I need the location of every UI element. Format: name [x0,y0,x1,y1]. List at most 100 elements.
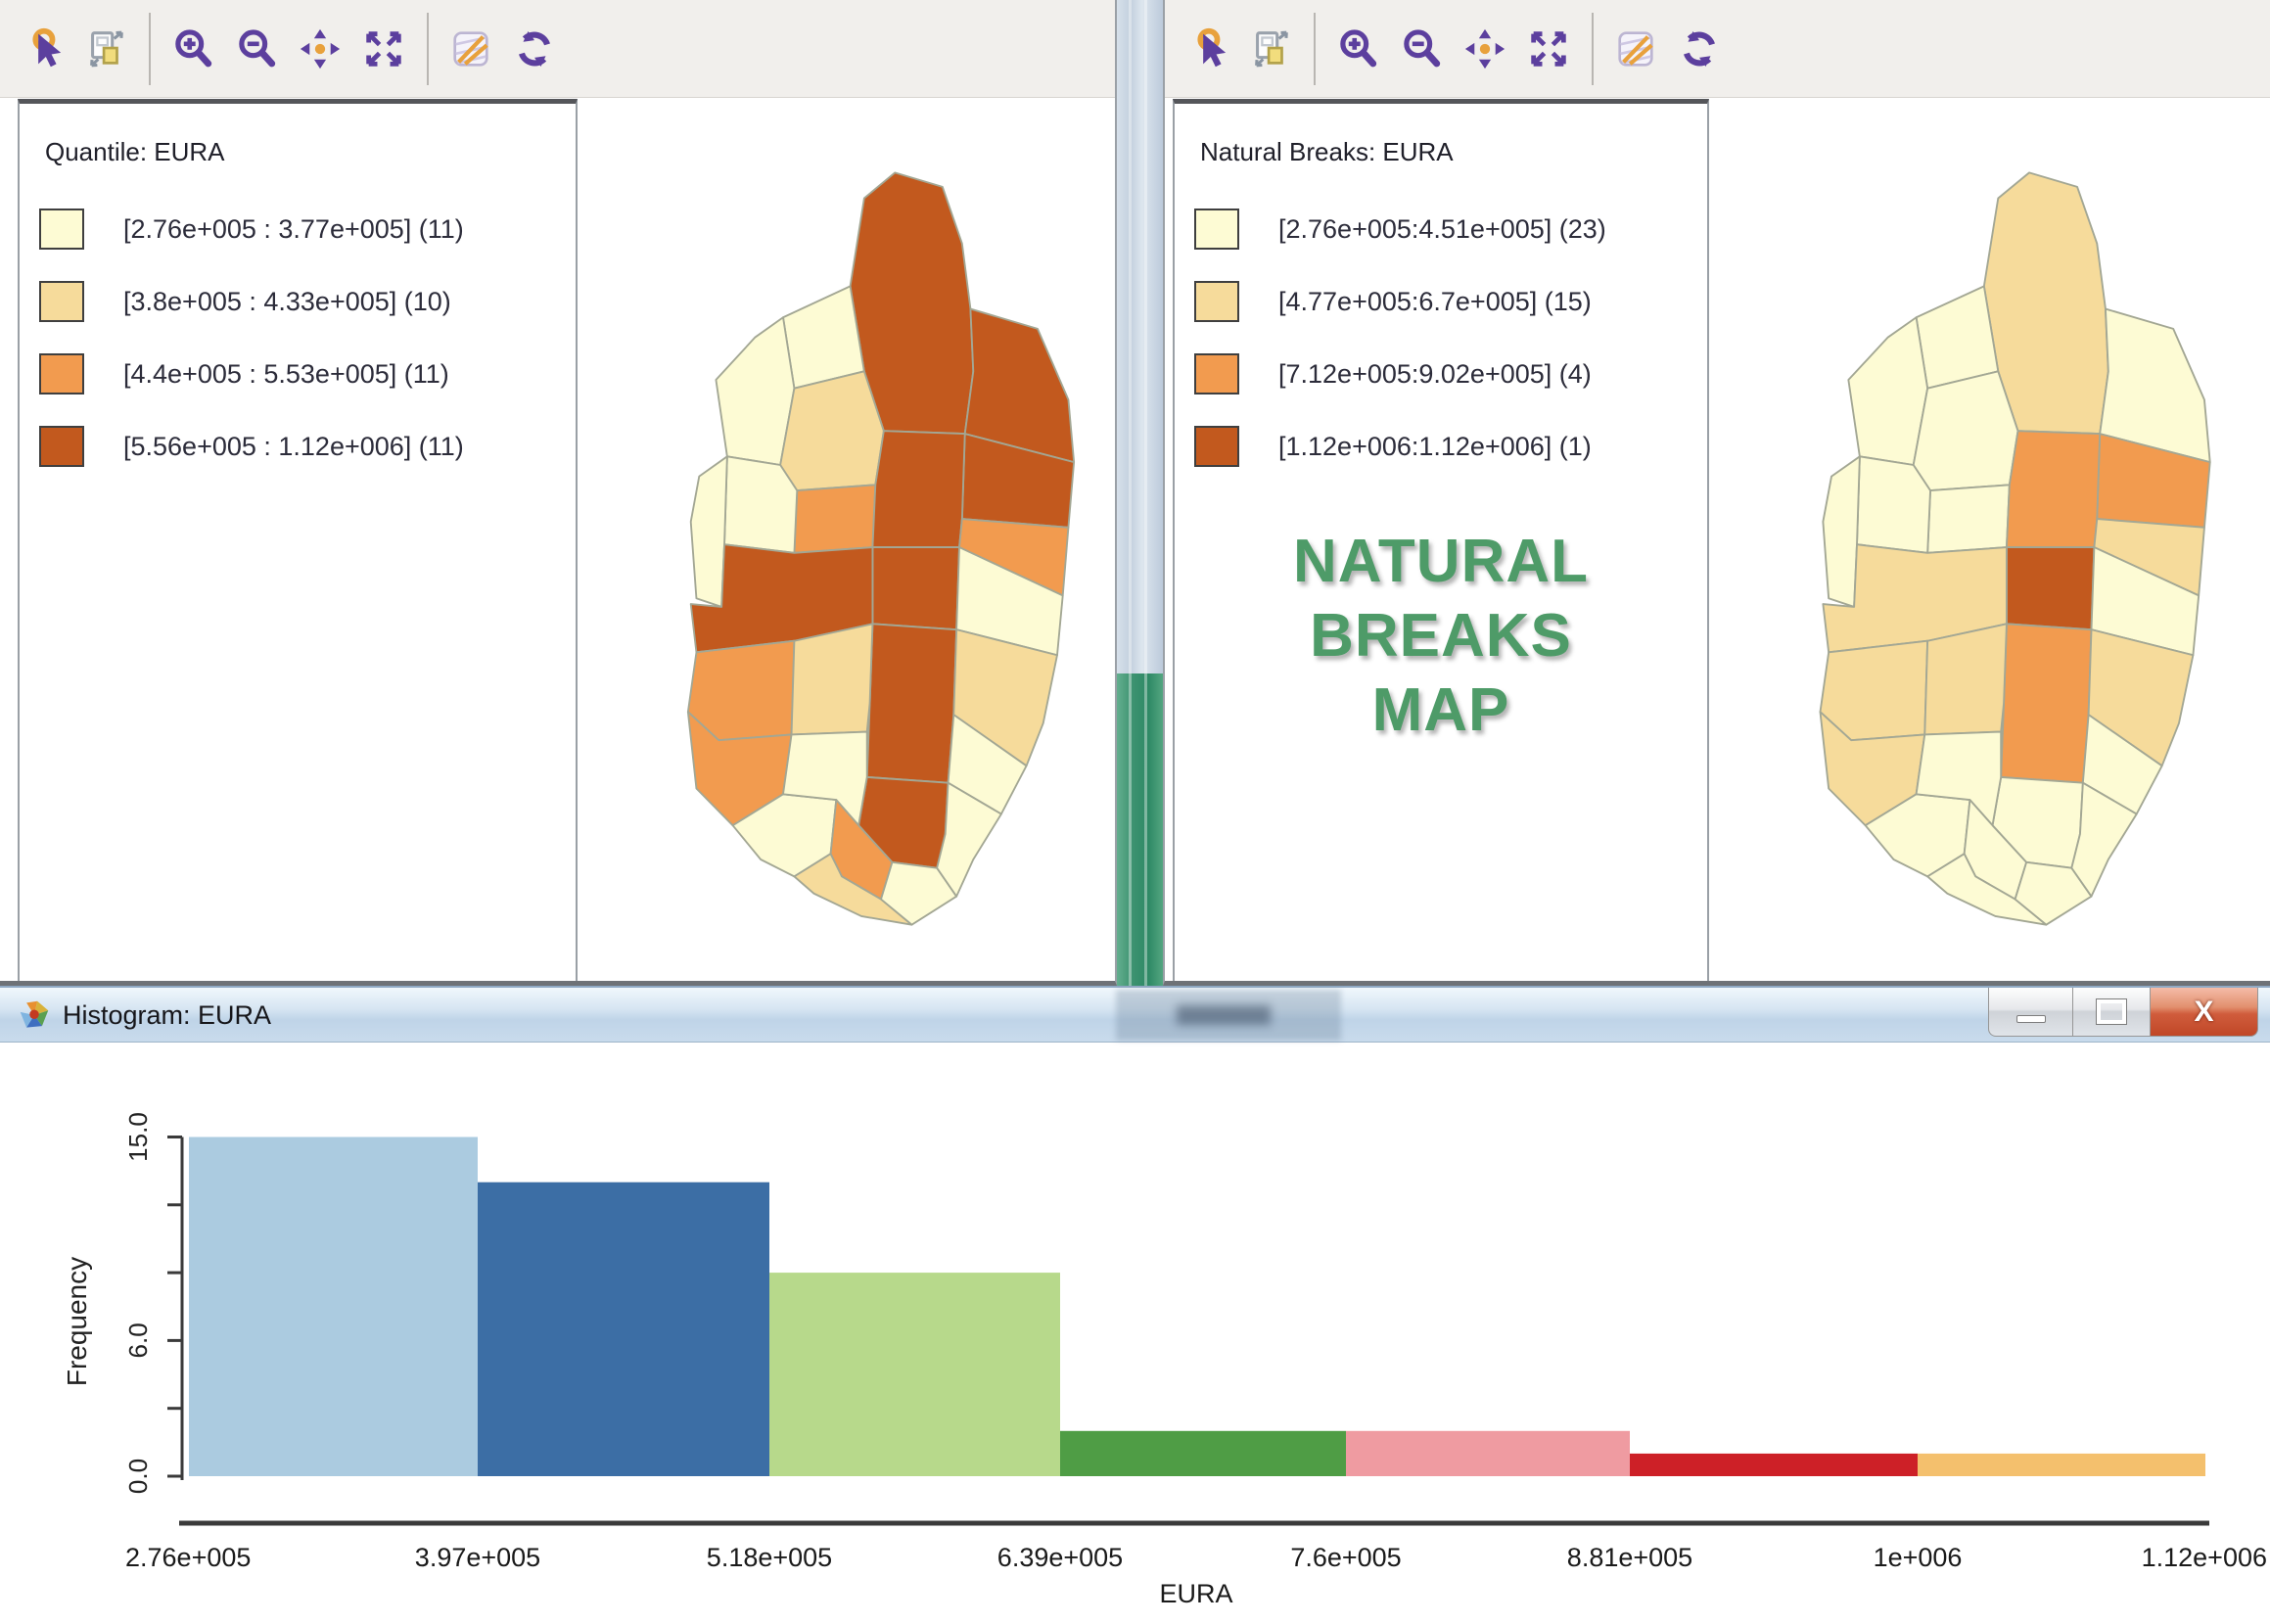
toolbar-separator [1592,13,1594,85]
close-icon: X [2194,996,2213,1029]
legend-rows: [2.76e+005:4.51e+005] (23) [4.77e+005:6.7… [1194,193,1707,483]
legend-color-swatch [1194,353,1239,394]
window-edge-line [1129,0,1132,986]
map-region-polygon[interactable] [1924,624,2007,734]
legend-category-row[interactable]: [2.76e+005:4.51e+005] (23) [1194,193,1707,265]
select-button[interactable] [14,15,70,83]
quantile-map-canvas[interactable] [585,99,1115,981]
toolbar-separator [149,13,151,85]
map-region-polygon[interactable] [792,624,873,734]
invert-selection-button[interactable] [1242,15,1299,83]
base-map-button[interactable] [442,15,499,83]
zoom-out-button[interactable] [1393,15,1450,83]
map-region-polygon[interactable] [2001,624,2091,782]
natural-breaks-map-caption: NATURAL BREAKS MAP [1175,525,1707,748]
full-extent-icon [1526,24,1571,73]
histogram-bar[interactable] [478,1183,769,1476]
legend-color-swatch [39,281,84,322]
invert-selection-icon [1248,24,1293,73]
zoom-in-button[interactable] [1329,15,1386,83]
x-tick-label: 3.97e+005 [415,1543,540,1572]
histogram-bar[interactable] [1918,1454,2205,1476]
background-window-blur [1116,990,1341,1041]
base-map-button[interactable] [1607,15,1664,83]
natural-breaks-choropleth-map[interactable] [1758,156,2252,929]
map-region-polygon[interactable] [1917,286,1999,388]
y-tick-label: 6.0 [123,1322,153,1358]
natural-breaks-map-window: Natural Breaks: EURA [2.76e+005:4.51e+00… [1163,0,2270,986]
legend-category-row[interactable]: [4.77e+005:6.7e+005] (15) [1194,265,1707,338]
x-tick-label: 8.81e+005 [1567,1543,1692,1572]
zoom-in-icon [1335,24,1380,73]
map-region-polygon[interactable] [794,485,875,553]
zoom-out-icon [234,24,279,73]
legend-range-label: [4.4e+005 : 5.53e+005] (11) [123,359,449,390]
legend-category-row[interactable]: [1.12e+006:1.12e+006] (1) [1194,410,1707,483]
legend-range-label: [2.76e+005:4.51e+005] (23) [1278,214,1606,245]
refresh-button[interactable] [1671,15,1728,83]
maximize-button[interactable] [2072,988,2151,1037]
legend-category-row[interactable]: [5.56e+005 : 1.12e+006] (11) [39,410,576,483]
legend-color-swatch [39,353,84,394]
geoda-app-icon [16,997,53,1034]
refresh-icon [1677,24,1722,73]
legend-title: Quantile: EURA [45,137,576,167]
legend-category-row[interactable]: [4.4e+005 : 5.53e+005] (11) [39,338,576,410]
pan-icon [1462,24,1507,73]
legend-rows: [2.76e+005 : 3.77e+005] (11) [3.8e+005 : … [39,193,576,483]
base-map-icon [1613,24,1658,73]
toolbar-separator [427,13,429,85]
minimize-button[interactable] [1988,988,2072,1037]
refresh-icon [512,24,557,73]
map-region-polygon[interactable] [1914,371,2018,490]
histogram-bar[interactable] [1630,1454,1918,1476]
desktop-green-area [1117,673,1163,986]
close-button[interactable]: X [2151,988,2258,1037]
legend-category-row[interactable]: [7.12e+005:9.02e+005] (4) [1194,338,1707,410]
map-region-polygon[interactable] [716,317,794,465]
legend-category-row[interactable]: [2.76e+005 : 3.77e+005] (11) [39,193,576,265]
pan-button[interactable] [292,15,348,83]
histogram-bar[interactable] [1346,1431,1630,1476]
full-extent-button[interactable] [355,15,412,83]
quantile-legend-panel: Quantile: EURA [2.76e+005 : 3.77e+005] (… [18,99,578,981]
legend-range-label: [1.12e+006:1.12e+006] (1) [1278,432,1592,462]
map-region-polygon[interactable] [1848,317,1927,465]
map-region-polygon[interactable] [872,547,959,629]
zoom-out-button[interactable] [228,15,285,83]
legend-category-row[interactable]: [3.8e+005 : 4.33e+005] (10) [39,265,576,338]
zoom-in-button[interactable] [164,15,221,83]
map-region-polygon[interactable] [780,371,884,490]
histogram-bar[interactable] [1060,1431,1346,1476]
quantile-choropleth-map[interactable] [626,156,1116,929]
map-region-polygon[interactable] [1927,485,2010,553]
legend-range-label: [7.12e+005:9.02e+005] (4) [1278,359,1592,390]
pan-button[interactable] [1457,15,1513,83]
desktop-background-strip [1117,0,1163,986]
full-extent-button[interactable] [1520,15,1577,83]
map-region-polygon[interactable] [2007,547,2094,629]
map-region-polygon[interactable] [2007,431,2100,547]
x-tick-label: 2.76e+005 [125,1543,251,1572]
map-region-polygon[interactable] [783,286,864,388]
x-axis-title: EURA [1159,1579,1232,1608]
histogram-titlebar: Histogram: EURA X [0,986,2270,1043]
natural-breaks-map-canvas[interactable] [1717,99,2270,981]
legend-range-label: [2.76e+005 : 3.77e+005] (11) [123,214,464,245]
minimize-icon [2016,1015,2046,1023]
histogram-chart: 0.06.015.0Frequency2.76e+0053.97e+0055.1… [0,1043,2270,1624]
zoom-in-icon [170,24,215,73]
map-region-polygon[interactable] [872,431,964,547]
legend-range-label: [5.56e+005 : 1.12e+006] (11) [123,432,464,462]
window-title: Histogram: EURA [63,1000,271,1031]
caption-line: BREAKS [1175,599,1707,673]
map-region-polygon[interactable] [867,624,956,782]
x-tick-label: 6.39e+005 [997,1543,1123,1572]
select-button[interactable] [1179,15,1235,83]
refresh-button[interactable] [506,15,563,83]
invert-selection-button[interactable] [77,15,134,83]
histogram-bar[interactable] [769,1273,1060,1476]
window-controls: X [1988,988,2258,1037]
histogram-bar[interactable] [189,1137,478,1477]
histogram-window: Histogram: EURA X 0.06.015.0Frequency2.7… [0,986,2270,1624]
